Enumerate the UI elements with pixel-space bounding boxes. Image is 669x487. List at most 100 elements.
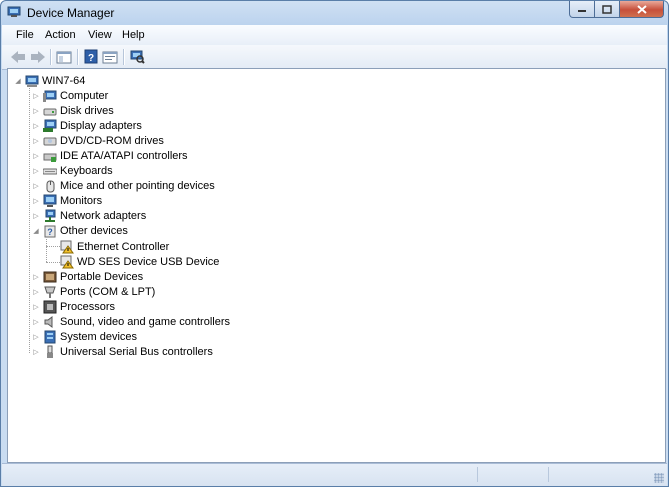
- status-panel: [477, 467, 548, 482]
- svg-text:?: ?: [47, 227, 53, 237]
- device-manager-window: Device Manager File Action View Help ? ◢…: [0, 0, 669, 487]
- console-tree-icon: [56, 51, 72, 63]
- back-arrow-icon: [11, 50, 25, 63]
- scan-hardware-changes-button[interactable]: [128, 48, 146, 65]
- tree-connector: [46, 239, 47, 262]
- resize-grip-icon[interactable]: [654, 473, 664, 483]
- unknown-device-icon: ?: [43, 224, 57, 238]
- status-bar: [2, 463, 667, 486]
- expand-arrow-icon[interactable]: ▷: [32, 122, 40, 130]
- maximize-icon: [602, 4, 612, 14]
- tree-item-other-devices[interactable]: ◢ ? Other devices: [32, 223, 128, 238]
- minimize-icon: [578, 10, 586, 12]
- tree-connector: [46, 246, 60, 247]
- monitor-icon: [43, 194, 57, 208]
- toolbar-separator: [77, 49, 79, 65]
- tree-item-label: Ports (COM & LPT): [60, 285, 156, 298]
- close-button[interactable]: [620, 1, 664, 18]
- expand-arrow-icon[interactable]: ▷: [32, 107, 40, 115]
- collapse-arrow-icon[interactable]: ◢: [32, 227, 40, 235]
- disk-drive-icon: [43, 104, 57, 118]
- tree-connector: [29, 88, 30, 353]
- system-device-icon: [43, 330, 57, 344]
- tree-item-display-adapters[interactable]: ▷ Display adapters: [32, 118, 142, 133]
- show-hide-console-tree-button[interactable]: [55, 48, 73, 65]
- tree-item-label: Network adapters: [60, 209, 147, 222]
- expand-arrow-icon[interactable]: ▷: [32, 92, 40, 100]
- collapse-arrow-icon[interactable]: ◢: [14, 77, 22, 85]
- forward-arrow-icon: [31, 50, 45, 63]
- expand-arrow-icon[interactable]: ▷: [32, 182, 40, 190]
- tree-item-usb-controllers[interactable]: ▷ Universal Serial Bus controllers: [32, 344, 213, 359]
- tree-item-ports[interactable]: ▷ Ports (COM & LPT): [32, 284, 155, 299]
- tree-item-label: Sound, video and game controllers: [60, 315, 230, 328]
- properties-button[interactable]: [101, 48, 119, 65]
- tree-item-label: IDE ATA/ATAPI controllers: [60, 149, 188, 162]
- tree-item-label: Ethernet Controller: [77, 240, 170, 253]
- dvd-drive-icon: [43, 134, 57, 148]
- tree-item-keyboards[interactable]: ▷ Keyboards: [32, 163, 112, 178]
- svg-text:?: ?: [88, 53, 94, 64]
- tree-item-processors[interactable]: ▷ Processors: [32, 299, 115, 314]
- processor-icon: [43, 300, 57, 314]
- expand-arrow-icon[interactable]: ▷: [32, 288, 40, 296]
- expand-arrow-icon[interactable]: ▷: [32, 167, 40, 175]
- tree-item-label: Mice and other pointing devices: [60, 179, 215, 192]
- expand-arrow-icon[interactable]: ▷: [32, 348, 40, 356]
- tree-child-ethernet-controller[interactable]: Ethernet Controller: [60, 239, 169, 254]
- network-adapter-icon: [43, 209, 57, 223]
- expand-arrow-icon[interactable]: ▷: [32, 152, 40, 160]
- tree-item-ide-ata-atapi-controllers[interactable]: ▷ IDE ATA/ATAPI controllers: [32, 148, 188, 163]
- tree-item-sound-video-game[interactable]: ▷ Sound, video and game controllers: [32, 314, 230, 329]
- scan-hardware-icon: [130, 50, 145, 64]
- tree-item-label: Processors: [60, 300, 116, 313]
- menu-action[interactable]: Action: [45, 29, 76, 41]
- tree-item-disk-drives[interactable]: ▷ Disk drives: [32, 103, 114, 118]
- help-button[interactable]: ?: [82, 48, 100, 65]
- expand-arrow-icon[interactable]: ▷: [32, 273, 40, 281]
- tree-item-computer[interactable]: ▷ Computer: [32, 88, 108, 103]
- tree-item-portable-devices[interactable]: ▷ Portable Devices: [32, 269, 143, 284]
- speaker-icon: [43, 315, 57, 329]
- display-adapter-icon: [43, 119, 57, 133]
- tree-connector: [46, 262, 60, 263]
- computer-icon: [25, 74, 39, 88]
- expand-arrow-icon[interactable]: ▷: [32, 212, 40, 220]
- properties-icon: [102, 51, 118, 63]
- status-panel: [548, 467, 619, 482]
- title-bar[interactable]: Device Manager: [1, 1, 668, 25]
- expand-arrow-icon[interactable]: ▷: [32, 333, 40, 341]
- tree-item-network-adapters[interactable]: ▷ Network adapters: [32, 208, 146, 223]
- menu-bar: File Action View Help: [2, 25, 667, 46]
- tree-root-label: WIN7-64: [42, 74, 86, 87]
- tree-item-label: System devices: [60, 330, 138, 343]
- forward-button[interactable]: [29, 48, 47, 65]
- tree-item-label: DVD/CD-ROM drives: [60, 134, 164, 147]
- warning-device-icon: [60, 240, 74, 254]
- back-button[interactable]: [9, 48, 27, 65]
- tree-item-mice[interactable]: ▷ Mice and other pointing devices: [32, 178, 215, 193]
- tree-item-system-devices[interactable]: ▷ System devices: [32, 329, 137, 344]
- device-tree-pane[interactable]: ◢ WIN7-64 ▷ Computer ▷ Disk drives ▷ Dis…: [7, 68, 666, 463]
- expand-arrow-icon[interactable]: ▷: [32, 137, 40, 145]
- tree-item-monitors[interactable]: ▷ Monitors: [32, 193, 102, 208]
- menu-help[interactable]: Help: [122, 29, 145, 41]
- close-icon: [636, 4, 647, 14]
- help-icon: ?: [84, 49, 98, 64]
- ide-controller-icon: [43, 149, 57, 163]
- tree-item-label: Computer: [60, 89, 109, 102]
- maximize-button[interactable]: [595, 1, 620, 18]
- expand-arrow-icon[interactable]: ▷: [32, 303, 40, 311]
- menu-view[interactable]: View: [88, 29, 112, 41]
- tree-item-dvd-cd-rom-drives[interactable]: ▷ DVD/CD-ROM drives: [32, 133, 164, 148]
- expand-arrow-icon[interactable]: ▷: [32, 318, 40, 326]
- tree-item-label: WD SES Device USB Device: [77, 255, 220, 268]
- minimize-button[interactable]: [569, 1, 595, 18]
- tree-item-label: Portable Devices: [60, 270, 144, 283]
- tree-root-node[interactable]: ◢ WIN7-64: [14, 73, 85, 88]
- expand-arrow-icon[interactable]: ▷: [32, 197, 40, 205]
- tree-child-wd-ses-device[interactable]: WD SES Device USB Device: [60, 254, 219, 269]
- mouse-icon: [43, 179, 57, 193]
- portable-device-icon: [43, 270, 57, 284]
- menu-file[interactable]: File: [16, 29, 34, 41]
